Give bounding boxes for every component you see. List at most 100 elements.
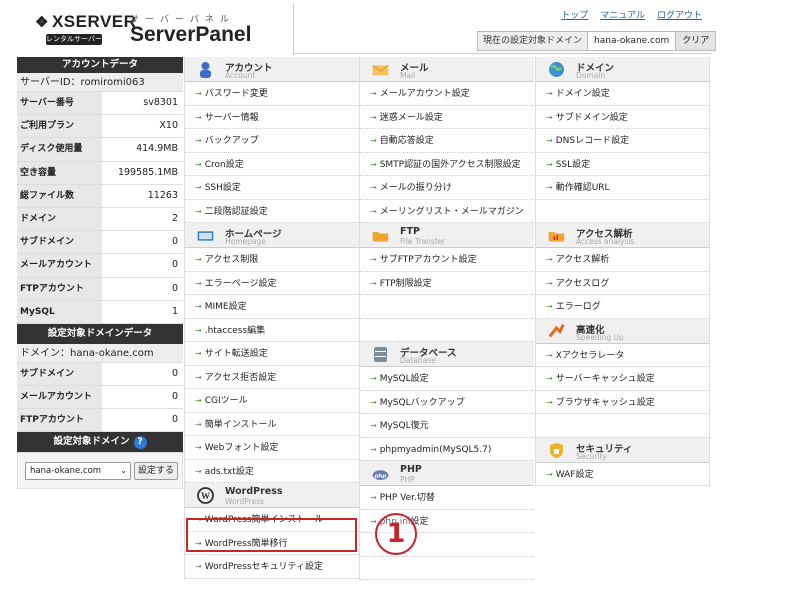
menu-item-speed[interactable]: → サーバーキャッシュ設定 bbox=[536, 367, 709, 391]
menu-item-label: WordPressセキュリティ設定 bbox=[204, 562, 323, 572]
menu-item-label: PHP Ver.切替 bbox=[379, 493, 435, 503]
chevron-right-icon: → bbox=[195, 372, 202, 382]
menu-item-homepage[interactable]: → 簡単インストール bbox=[185, 413, 359, 436]
menu-item-homepage[interactable]: → MIME設定 bbox=[185, 295, 359, 319]
menu-item-access[interactable]: → エラーログ bbox=[536, 295, 709, 319]
stat-value: 0 bbox=[171, 282, 178, 294]
sidebar-stat-row: FTPアカウント 0 bbox=[17, 277, 183, 301]
menu-item-account[interactable]: → SSH設定 bbox=[185, 176, 359, 200]
menu-item-wordpress[interactable]: → WordPressセキュリティ設定 bbox=[185, 555, 359, 579]
menu-item-access[interactable]: → アクセスログ bbox=[536, 272, 709, 295]
menu-item-account[interactable]: → パスワード変更 bbox=[185, 82, 359, 106]
stat-value: 11263 bbox=[147, 189, 178, 201]
section-sub-ftp: File Transfer bbox=[400, 237, 446, 246]
section-sub-homepage: Homepage bbox=[225, 237, 266, 246]
section-head-domain: ドメイン Domain bbox=[536, 57, 709, 82]
link-logout[interactable]: ログアウト bbox=[657, 8, 702, 21]
menu-item-domain[interactable]: → サブドメイン設定 bbox=[536, 106, 709, 129]
current-domain-value: hana-okane.com bbox=[588, 32, 677, 50]
section-sub-security: Security bbox=[576, 451, 607, 461]
menu-column-2: メール Mail → メールアカウント設定 → 迷惑メール設定 → 自動応答設定 → SMTP認証… bbox=[359, 57, 534, 580]
monitor-icon bbox=[197, 227, 214, 244]
chevron-right-icon: → bbox=[370, 516, 377, 526]
domain-select[interactable]: hana-okane.com ⌄ bbox=[25, 461, 131, 480]
menu-item-homepage[interactable]: → サイト転送設定 bbox=[185, 342, 359, 366]
sidebar-stat-row: ディスク使用量 414.9MB bbox=[17, 138, 183, 162]
menu-item-homepage[interactable]: → Webフォント設定 bbox=[185, 436, 359, 460]
svg-text:W: W bbox=[201, 491, 210, 501]
menu-item-label: 簡単インストール bbox=[204, 419, 277, 430]
menu-item-mail[interactable]: → 自動応答設定 bbox=[360, 129, 534, 153]
chevron-right-icon: → bbox=[370, 374, 377, 383]
globe-icon bbox=[548, 61, 565, 78]
menu-item-label: アクセス拒否設定 bbox=[204, 372, 277, 383]
link-manual[interactable]: マニュアル bbox=[600, 8, 645, 21]
chart-icon bbox=[548, 227, 565, 244]
menu-item-account[interactable]: → Cron設定 bbox=[185, 153, 359, 176]
menu-item-database[interactable]: → MySQL復元 bbox=[360, 414, 534, 438]
menu-item-domain[interactable]: → DNSレコード設定 bbox=[536, 129, 709, 153]
menu-item-account[interactable]: → サーバー情報 bbox=[185, 106, 359, 129]
sidebar: アカウントデータ サーバーID：romiromi063 サーバー番号 sv8301… bbox=[17, 57, 183, 490]
chevron-right-icon: → bbox=[195, 466, 202, 476]
menu-item-mail[interactable]: → 迷惑メール設定 bbox=[360, 106, 534, 129]
menu-column-1: アカウント Account → パスワード変更 → サーバー情報 → バックアップ → Cron設… bbox=[184, 57, 359, 579]
stat-label: ご利用プラン bbox=[17, 115, 102, 138]
menu-item-label: メールの振り分け bbox=[379, 183, 452, 193]
stat-value: 0 bbox=[171, 367, 178, 379]
menu-item-security[interactable]: → WAF設定 bbox=[536, 463, 709, 486]
section-head-ftp: FTP File Transfer bbox=[360, 223, 534, 248]
menu-item-access[interactable]: → アクセス解析 bbox=[536, 248, 709, 272]
chevron-right-icon: → bbox=[195, 396, 202, 405]
chevron-right-icon: → bbox=[546, 136, 553, 145]
menu-item-ftp[interactable]: → FTP制限設定 bbox=[360, 272, 534, 295]
menu-column-3: ドメイン Domain → ドメイン設定 → サブドメイン設定 → DNSレコード設定 → SSL… bbox=[535, 57, 710, 486]
menu-item-database[interactable]: → phpmyadmin(MySQL5.7) bbox=[360, 438, 534, 461]
menu-item-label: SSH設定 bbox=[204, 183, 241, 193]
menu-item-homepage[interactable]: → アクセス拒否設定 bbox=[185, 366, 359, 389]
menu-item-account[interactable]: → 二段階認証設定 bbox=[185, 200, 359, 223]
menu-item-homepage[interactable]: → ads.txt設定 bbox=[185, 460, 359, 483]
link-top[interactable]: トップ bbox=[561, 8, 588, 21]
menu-item-label: 二段階認証設定 bbox=[204, 206, 268, 217]
menu-item-homepage[interactable]: → エラーページ設定 bbox=[185, 272, 359, 295]
stat-label: サブドメイン bbox=[17, 362, 102, 386]
menu-item-domain[interactable]: → SSL設定 bbox=[536, 153, 709, 176]
menu-item-mail[interactable]: → メールアカウント設定 bbox=[360, 82, 534, 106]
chevron-right-icon: → bbox=[195, 112, 202, 122]
menu-item-label: サーバー情報 bbox=[204, 112, 259, 123]
menu-item-label: 迷惑メール設定 bbox=[379, 112, 443, 123]
target-domain-label: 設定対象ドメイン bbox=[53, 436, 130, 448]
menu-item-mail[interactable]: → メールの振り分け bbox=[360, 176, 534, 200]
menu-item-domain[interactable]: → 動作確認URL bbox=[536, 176, 709, 200]
section-head-account: アカウント Account bbox=[185, 57, 359, 82]
menu-item-php[interactable]: → PHP Ver.切替 bbox=[360, 486, 534, 510]
set-domain-button[interactable]: 設定する bbox=[134, 461, 179, 480]
php-icon: php bbox=[372, 465, 389, 482]
menu-item-mail[interactable]: → SMTP認証の国外アクセス制限設定 bbox=[360, 153, 534, 176]
chevron-right-icon: → bbox=[195, 136, 202, 145]
stat-label: MySQL bbox=[17, 300, 102, 323]
chevron-right-icon: → bbox=[195, 89, 202, 98]
menu-item-speed[interactable]: → ブラウザキャッシュ設定 bbox=[536, 391, 709, 414]
section-head-access: アクセス解析 Access analysis bbox=[536, 223, 709, 248]
stat-value: 0 bbox=[171, 414, 178, 426]
chevron-right-icon: → bbox=[195, 278, 202, 288]
menu-item-label: FTP制限設定 bbox=[379, 278, 432, 289]
menu-item-mail[interactable]: → メーリングリスト・メールマガジン bbox=[360, 200, 534, 223]
menu-item-label: Cron設定 bbox=[204, 159, 244, 170]
menu-item-speed[interactable]: → Xアクセラレータ bbox=[536, 344, 709, 367]
menu-item-account[interactable]: → バックアップ bbox=[185, 129, 359, 153]
menu-item-label: Xアクセラレータ bbox=[555, 350, 625, 361]
stat-label: メールアカウント bbox=[17, 386, 102, 409]
menu-item-homepage[interactable]: → CGIツール bbox=[185, 389, 359, 413]
menu-item-database[interactable]: → MySQLバックアップ bbox=[360, 391, 534, 414]
menu-item-domain[interactable]: → ドメイン設定 bbox=[536, 82, 709, 106]
menu-item-homepage[interactable]: → アクセス制限 bbox=[185, 248, 359, 272]
chevron-right-icon: → bbox=[195, 443, 202, 452]
clear-button[interactable]: クリア bbox=[676, 32, 716, 50]
help-icon[interactable]: ? bbox=[133, 436, 147, 450]
menu-item-ftp[interactable]: → サブFTPアカウント設定 bbox=[360, 248, 534, 272]
menu-item-database[interactable]: → MySQL設定 bbox=[360, 367, 534, 391]
menu-item-homepage[interactable]: → .htaccess編集 bbox=[185, 319, 359, 342]
